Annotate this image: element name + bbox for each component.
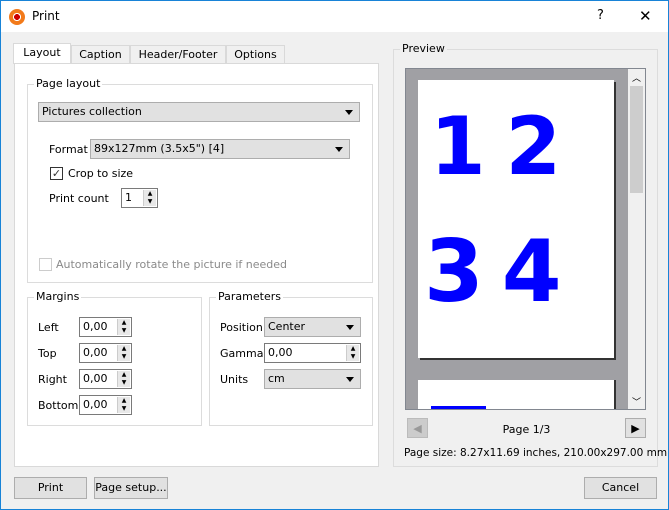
chevron-down-icon <box>346 377 354 382</box>
auto-rotate-label: Automatically rotate the picture if need… <box>56 258 288 271</box>
spin-buttons[interactable]: ▲ ▼ <box>117 319 130 335</box>
format-value: 89x127mm (3.5x5") [4] <box>94 142 225 155</box>
top-margin-value: 0,00 <box>83 346 108 359</box>
spin-buttons[interactable]: ▲ ▼ <box>117 397 130 413</box>
parameters-label: Parameters <box>216 290 283 303</box>
margins-label: Margins <box>34 290 82 303</box>
print-dialog: Print ? ✕ Layout Caption Header/Footer O… <box>0 0 669 510</box>
right-margin-value: 0,00 <box>83 372 108 385</box>
parameters-group: Parameters Position Center Gamma 0,00 ▲ ▼ … <box>209 290 373 426</box>
spin-buttons[interactable]: ▲ ▼ <box>346 345 359 361</box>
crop-to-size-label: Crop to size <box>68 167 134 180</box>
next-page-button[interactable]: ▶ <box>625 418 646 438</box>
layout-panel: Page layout Pictures collection Format 8… <box>14 63 379 467</box>
preview-canvas: 1 2 3 4 ︿ ﹀ <box>405 68 646 410</box>
tab-header-footer[interactable]: Header/Footer <box>130 45 226 64</box>
top-margin-label: Top <box>38 347 57 360</box>
print-count-value: 1 <box>125 191 132 204</box>
units-select[interactable]: cm <box>264 369 361 389</box>
chevron-down-icon <box>346 325 354 330</box>
print-button[interactable]: Print <box>14 477 87 499</box>
crop-to-size-checkbox[interactable]: ✓ <box>50 167 63 180</box>
preview-group: Preview 1 2 3 4 ︿ ﹀ ◀ Page 1/3 ▶ Page si… <box>393 42 667 467</box>
chevron-down-icon <box>345 110 353 115</box>
format-select[interactable]: 89x127mm (3.5x5") [4] <box>90 139 350 159</box>
preview-text-row1: 1 2 <box>430 100 561 193</box>
margins-group: Margins Left 0,00 ▲ ▼ Top 0,00 ▲ ▼ Right 0,0… <box>27 290 202 426</box>
spin-buttons[interactable]: ▲ ▼ <box>117 345 130 361</box>
preview-label: Preview <box>400 42 447 55</box>
auto-rotate-checkbox[interactable] <box>39 258 52 271</box>
units-label: Units <box>220 373 249 386</box>
gamma-value: 0,00 <box>268 346 293 359</box>
title-bar: Print ? ✕ <box>1 1 668 32</box>
print-count-stepper[interactable]: 1 ▲ ▼ <box>121 188 158 208</box>
page-layout-label: Page layout <box>34 77 103 90</box>
left-margin-input[interactable]: 0,00 ▲ ▼ <box>79 317 132 337</box>
top-margin-input[interactable]: 0,00 ▲ ▼ <box>79 343 132 363</box>
bottom-margin-value: 0,00 <box>83 398 108 411</box>
position-label: Position <box>220 321 263 334</box>
preview-scrollbar[interactable]: ︿ ﹀ <box>628 69 645 409</box>
scroll-down-icon[interactable]: ﹀ <box>632 395 641 408</box>
position-select[interactable]: Center <box>264 317 361 337</box>
page-size-info: Page size: 8.27x11.69 inches, 210.00x297… <box>404 447 668 459</box>
bottom-margin-label: Bottom <box>38 399 79 412</box>
scroll-thumb[interactable] <box>630 86 643 193</box>
app-logo-icon <box>9 9 25 25</box>
tab-options[interactable]: Options <box>226 45 285 64</box>
close-button[interactable]: ✕ <box>639 7 652 25</box>
cancel-button[interactable]: Cancel <box>584 477 657 499</box>
preview-page-next <box>418 380 614 409</box>
position-value: Center <box>268 320 306 333</box>
preview-text-row2: 3 4 <box>424 222 562 322</box>
layout-mode-value: Pictures collection <box>42 105 142 118</box>
spin-buttons[interactable]: ▲ ▼ <box>143 190 156 206</box>
gamma-input[interactable]: 0,00 ▲ ▼ <box>264 343 361 363</box>
page-layout-group: Page layout Pictures collection Format 8… <box>27 77 373 283</box>
page-setup-button[interactable]: Page setup... <box>94 477 168 499</box>
units-value: cm <box>268 372 285 385</box>
page-indicator: Page 1/3 <box>502 423 551 436</box>
right-margin-label: Right <box>38 373 67 386</box>
window-title: Print <box>32 9 60 23</box>
preview-page: 1 2 3 4 <box>418 80 614 358</box>
print-count-label: Print count <box>49 192 109 205</box>
format-label: Format <box>49 143 88 156</box>
bottom-margin-input[interactable]: 0,00 ▲ ▼ <box>79 395 132 415</box>
tab-caption[interactable]: Caption <box>71 45 130 64</box>
gamma-label: Gamma <box>220 347 264 360</box>
spin-buttons[interactable]: ▲ ▼ <box>117 371 130 387</box>
tab-layout[interactable]: Layout <box>13 43 71 64</box>
right-margin-input[interactable]: 0,00 ▲ ▼ <box>79 369 132 389</box>
chevron-down-icon <box>335 147 343 152</box>
scroll-up-icon[interactable]: ︿ <box>632 71 641 84</box>
left-margin-value: 0,00 <box>83 320 108 333</box>
layout-mode-select[interactable]: Pictures collection <box>38 102 360 122</box>
left-margin-label: Left <box>38 321 59 334</box>
help-button[interactable]: ? <box>597 8 604 23</box>
